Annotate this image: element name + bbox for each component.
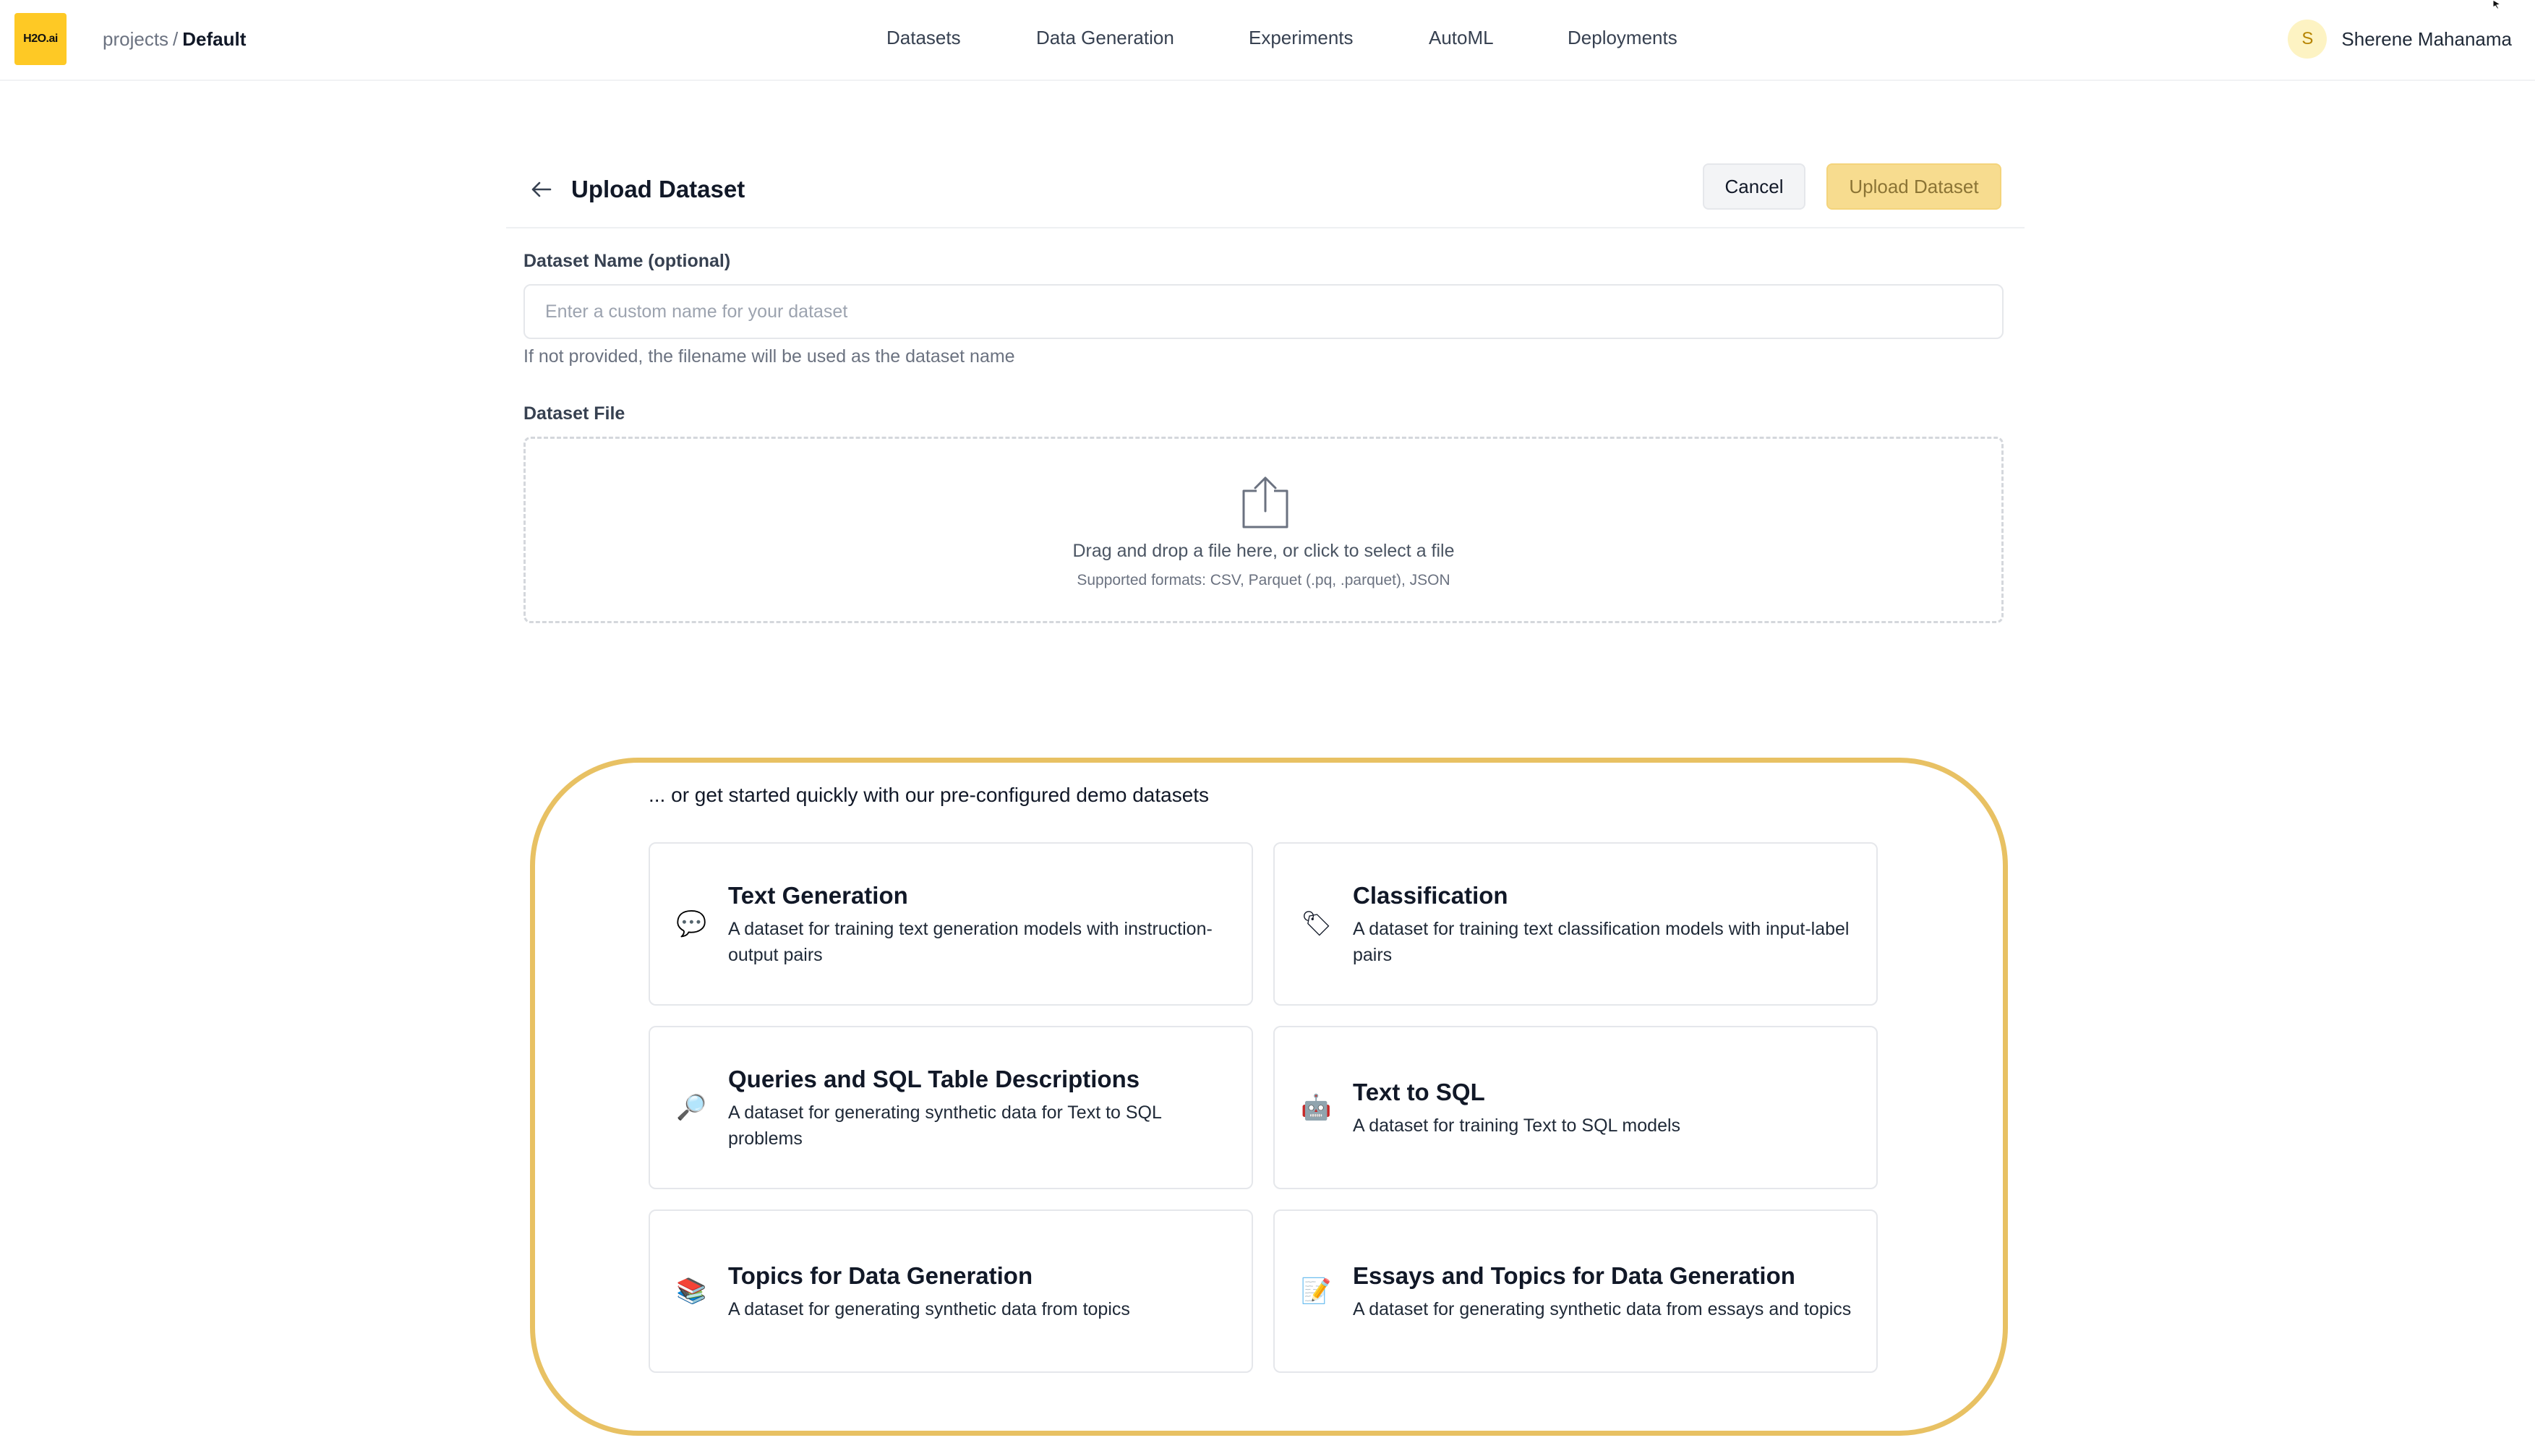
demo-card-text-to-sql[interactable]: 🤖 Text to SQL A dataset for training Tex… (1273, 1026, 1878, 1189)
file-dropzone[interactable]: Drag and drop a file here, or click to s… (523, 437, 2004, 623)
dropzone-supported-formats: Supported formats: CSV, Parquet (.pq, .p… (1077, 572, 1450, 588)
upload-dataset-button[interactable]: Upload Dataset (1826, 163, 2001, 210)
nav-experiments[interactable]: Experiments (1249, 25, 1354, 51)
demo-datasets-intro: ... or get started quickly with our pre-… (649, 784, 1210, 806)
cancel-button[interactable]: Cancel (1703, 163, 1805, 210)
dataset-name-input[interactable] (523, 284, 2004, 339)
page-title: Upload Dataset (571, 176, 745, 202)
top-bar: H2O.ai projects / Default Datasets Data Ge… (0, 0, 2535, 81)
demo-card-classification[interactable]: 🏷 Classification A dataset for training … (1273, 842, 1878, 1006)
demo-card-description: A dataset for training Text to SQL model… (1353, 1115, 1681, 1136)
back-arrow-icon[interactable] (526, 175, 555, 204)
demo-card-title: Essays and Topics for Data Generation (1353, 1262, 1795, 1289)
demo-card-description: A dataset for generating synthetic data … (728, 1299, 1130, 1319)
demo-card-description: A dataset for training text classificati… (1353, 919, 1850, 965)
nav-deployments[interactable]: Deployments (1568, 25, 1677, 51)
demo-card-text-generation[interactable]: 💬 Text Generation A dataset for training… (649, 842, 1253, 1006)
demo-card-description: A dataset for generating synthetic data … (1353, 1299, 1852, 1319)
nav-datasets[interactable]: Datasets (886, 25, 961, 51)
demo-card-queries-sql[interactable]: 🔎 Queries and SQL Table Descriptions A d… (649, 1026, 1253, 1189)
demo-card-topics[interactable]: 📚 Topics for Data Generation A dataset f… (649, 1209, 1253, 1373)
mouse-cursor-icon (2493, 0, 2502, 9)
demo-card-description: A dataset for generating synthetic data … (728, 1102, 1161, 1149)
demo-card-title: Classification (1353, 882, 1508, 909)
memo-icon: 📝 (1301, 1277, 1332, 1306)
robot-icon: 🤖 (1301, 1093, 1332, 1122)
avatar: S (2288, 20, 2327, 59)
demo-card-description: A dataset for training text generation m… (728, 919, 1213, 965)
dataset-name-label: Dataset Name (optional) (523, 251, 731, 271)
page-header: Upload Dataset Cancel Upload Dataset (506, 159, 2025, 228)
demo-card-title: Text to SQL (1353, 1079, 1485, 1105)
books-icon: 📚 (676, 1277, 707, 1306)
user-menu[interactable]: S Sherene Mahanama (2288, 19, 2512, 59)
nav-data-generation[interactable]: Data Generation (1036, 25, 1174, 51)
magnifying-glass-icon: 🔎 (676, 1093, 707, 1122)
demo-card-essays-topics[interactable]: 📝 Essays and Topics for Data Generation … (1273, 1209, 1878, 1373)
dataset-file-label: Dataset File (523, 403, 625, 424)
dataset-name-help-text: If not provided, the filename will be us… (523, 346, 1015, 367)
demo-card-title: Topics for Data Generation (728, 1262, 1033, 1289)
speech-bubble-icon: 💬 (676, 909, 707, 938)
nav-automl[interactable]: AutoML (1429, 25, 1494, 51)
user-name: Sherene Mahanama (2341, 27, 2512, 50)
demo-card-title: Queries and SQL Table Descriptions (728, 1066, 1140, 1092)
upload-icon (1242, 476, 1288, 528)
demo-card-title: Text Generation (728, 882, 908, 909)
dropzone-instructions: Drag and drop a file here, or click to s… (1072, 541, 1455, 561)
label-tag-icon: 🏷 (1301, 909, 1333, 938)
main-nav: Datasets Data Generation Experiments Aut… (0, 25, 2535, 51)
